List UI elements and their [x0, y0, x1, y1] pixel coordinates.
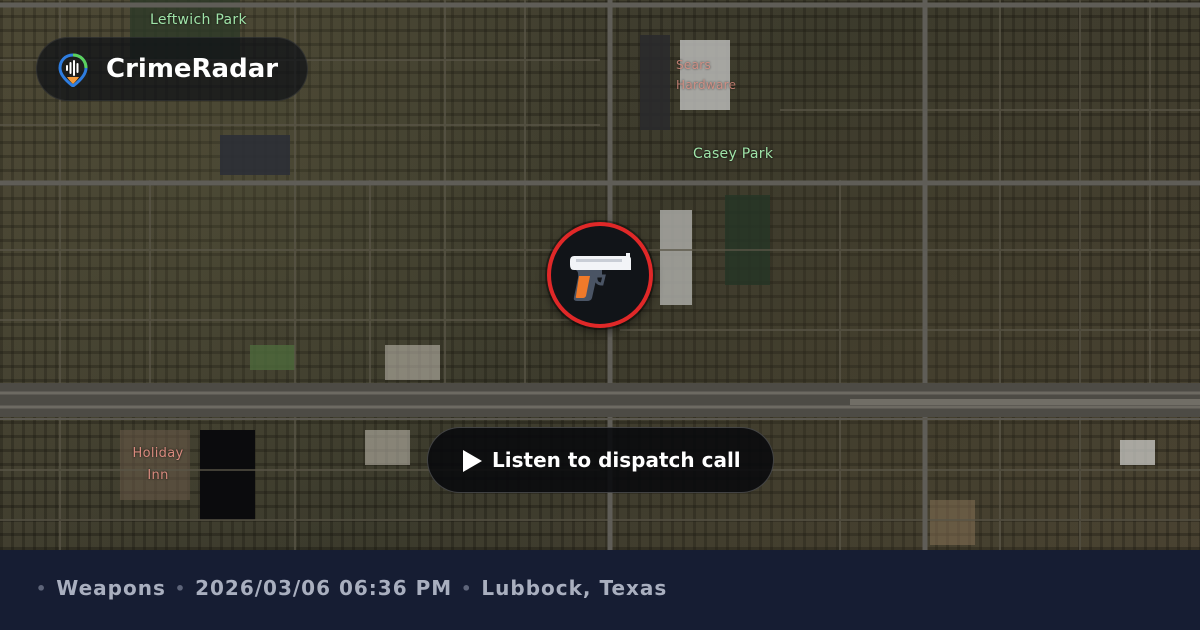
- separator-dot: •: [36, 578, 48, 598]
- incident-marker[interactable]: [547, 222, 653, 328]
- brand-badge[interactable]: CrimeRadar: [36, 37, 308, 101]
- separator-dot: •: [174, 578, 187, 598]
- map-label-store: Sears Hardware: [676, 58, 737, 92]
- crimeradar-pin-icon: [58, 53, 88, 87]
- map-label-holiday-inn: Holiday Inn: [132, 446, 184, 483]
- map-label-casey-park: Casey Park: [693, 146, 774, 162]
- listen-dispatch-button[interactable]: Listen to dispatch call: [427, 427, 774, 493]
- map-label-leftwich-park: Leftwich Park: [150, 12, 247, 28]
- incident-datetime: 2026/03/06 06:36 PM: [195, 576, 453, 600]
- incident-meta: • Weapons • 2026/03/06 06:36 PM • Lubboc…: [36, 573, 676, 603]
- brand-name: CrimeRadar: [106, 54, 279, 84]
- separator-dot: •: [461, 578, 473, 598]
- play-icon: [463, 450, 482, 472]
- listen-dispatch-label: Listen to dispatch call: [492, 448, 741, 472]
- incident-footer: • Weapons • 2026/03/06 06:36 PM • Lubboc…: [0, 550, 1200, 630]
- incident-category: Weapons: [56, 576, 166, 600]
- incident-location: Lubbock, Texas: [481, 576, 668, 600]
- handgun-icon: [570, 253, 631, 301]
